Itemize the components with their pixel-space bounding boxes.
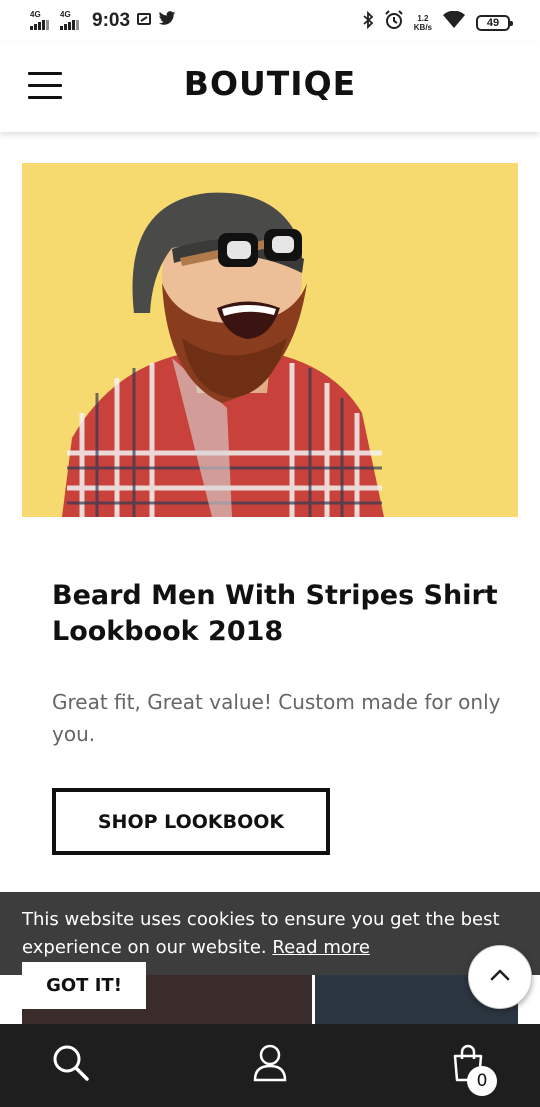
- status-bar: 4G 4G 9:03 1.2 KB/s 49: [0, 0, 540, 42]
- wifi-icon: [442, 10, 466, 34]
- signal-icon: 4G: [30, 10, 54, 30]
- read-more-link[interactable]: Read more: [272, 937, 370, 958]
- status-time: 9:03: [92, 10, 131, 31]
- speed-value: 1.2: [417, 13, 429, 23]
- lookbook-description: Great fit, Great value! Custom made for …: [52, 690, 501, 746]
- search-icon: [52, 1044, 90, 1087]
- battery-icon: 49: [476, 14, 513, 31]
- screenshot-icon: [136, 11, 152, 32]
- brand-logo[interactable]: BOUTIQE: [0, 64, 540, 103]
- cart-button[interactable]: [418, 1024, 518, 1107]
- twitter-icon: [158, 11, 176, 31]
- hero-image[interactable]: [22, 163, 518, 517]
- search-button[interactable]: [21, 1024, 121, 1107]
- app-header: BOUTIQE: [0, 42, 540, 132]
- network-type-label: 4G: [30, 10, 41, 19]
- speed-unit: KB/s: [413, 22, 432, 32]
- battery-level: 49: [486, 16, 500, 29]
- chevron-up-icon: [489, 968, 511, 987]
- got-it-button[interactable]: GOT IT!: [22, 962, 146, 1009]
- bottom-navigation: [0, 1024, 540, 1107]
- user-icon: [253, 1044, 287, 1087]
- account-button[interactable]: [220, 1024, 320, 1107]
- cookie-message: This website uses cookies to ensure you …: [22, 909, 500, 958]
- cart-count-badge: 0: [467, 1066, 497, 1096]
- scroll-to-top-button[interactable]: [468, 945, 532, 1009]
- network-speed: 1.2 KB/s: [414, 14, 432, 32]
- lookbook-title: Beard Men With Stripes Shirt Lookbook 20…: [52, 580, 498, 647]
- status-left: 4G 4G 9:03: [30, 10, 176, 32]
- status-right: 1.2 KB/s 49: [362, 10, 513, 35]
- bearded-man-illustration: [22, 163, 518, 517]
- bluetooth-icon: [362, 10, 374, 34]
- cookie-message-block: This website uses cookies to ensure you …: [22, 906, 502, 962]
- alarm-icon: [384, 10, 404, 35]
- network-type-label: 4G: [60, 10, 71, 19]
- shop-lookbook-button[interactable]: SHOP LOOKBOOK: [52, 788, 330, 855]
- signal-icon: 4G: [60, 10, 84, 30]
